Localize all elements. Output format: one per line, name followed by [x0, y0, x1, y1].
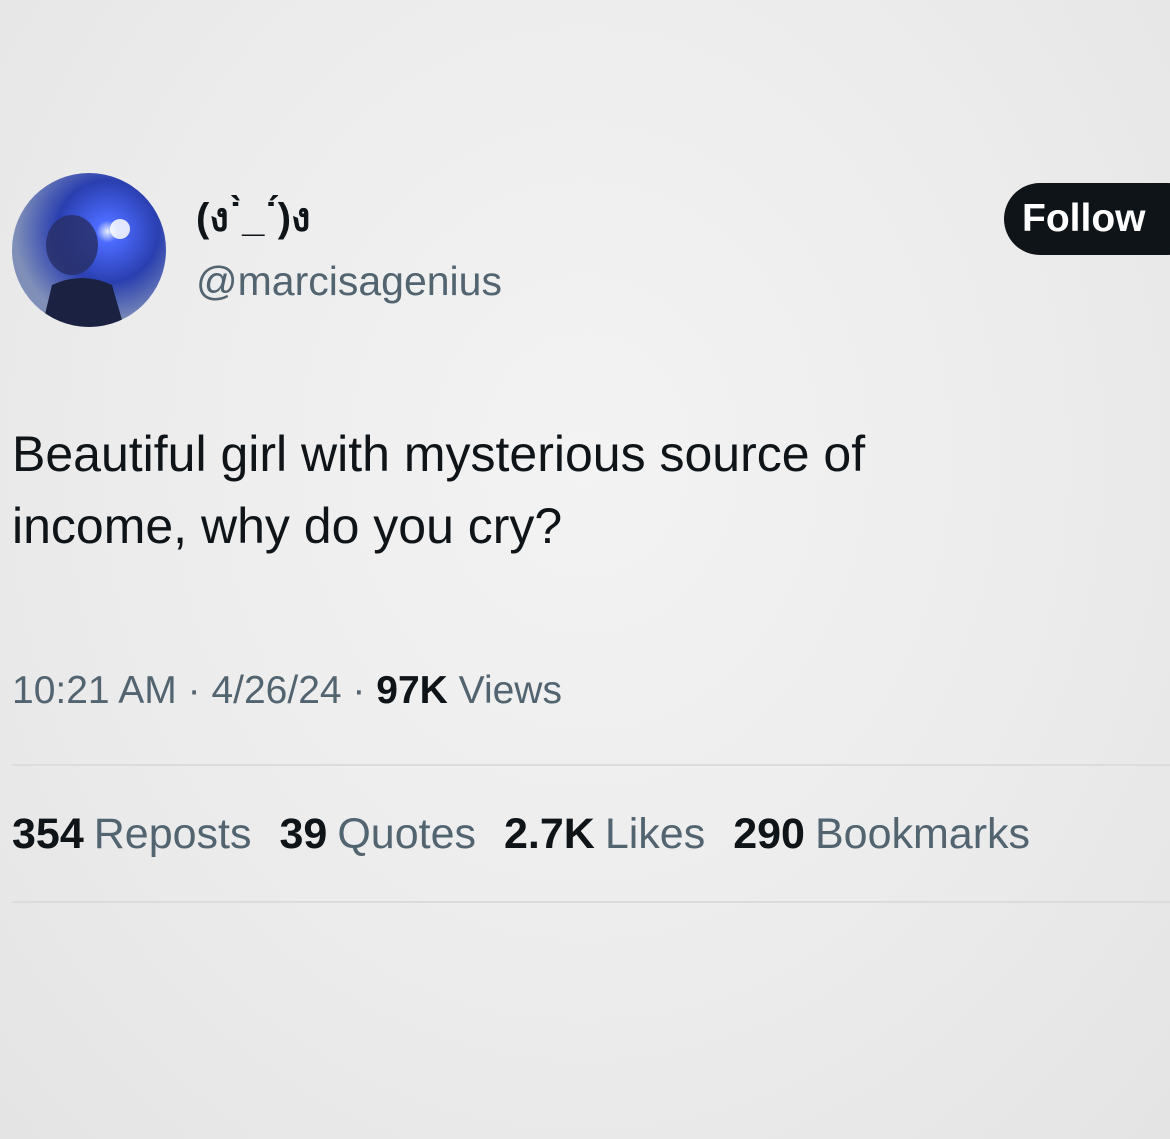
meta-separator: · — [341, 669, 377, 712]
tweet-meta: 10:21 AM · 4/26/24 · 97K Views — [12, 666, 562, 716]
divider — [12, 901, 1170, 903]
tweet-text: Beautiful girl with mysterious source of… — [12, 418, 1112, 562]
stat-likes[interactable]: 2.7K Likes — [504, 806, 705, 862]
meta-separator: · — [176, 669, 212, 712]
tweet-date[interactable]: 4/26/24 — [211, 669, 341, 712]
tweet-time[interactable]: 10:21 AM — [12, 669, 177, 712]
tweet-text-line: income, why do you cry? — [12, 498, 563, 554]
follow-button[interactable]: Follow — [1004, 183, 1170, 255]
stat-count: 354 — [12, 810, 84, 858]
background — [0, 0, 1170, 1139]
stat-count: 290 — [733, 810, 805, 858]
views-label: Views — [458, 669, 562, 712]
stat-count: 2.7K — [503, 810, 595, 858]
divider — [12, 764, 1170, 766]
stat-bookmarks[interactable]: 290 Bookmarks — [733, 806, 1030, 862]
stat-reposts[interactable]: 354 Reposts — [12, 806, 252, 862]
avatar-image — [12, 173, 166, 327]
stat-label: Reposts — [93, 810, 252, 858]
tweet-text-line: Beautiful girl with mysterious source of — [12, 426, 866, 482]
avatar[interactable] — [12, 173, 166, 327]
stat-label: Likes — [604, 810, 706, 858]
stat-count: 39 — [279, 810, 328, 858]
display-name[interactable]: (ง˙̀_˙́)ง — [196, 194, 311, 242]
views-count: 97K — [376, 669, 448, 712]
user-handle[interactable]: @marcisagenius — [196, 256, 502, 306]
stat-label: Bookmarks — [814, 810, 1031, 858]
stat-quotes[interactable]: 39 Quotes — [280, 806, 476, 862]
engagement-stats: 354 Reposts 39 Quotes 2.7K Likes 290 Bookmarks — [12, 806, 1170, 862]
stat-label: Quotes — [337, 810, 476, 858]
